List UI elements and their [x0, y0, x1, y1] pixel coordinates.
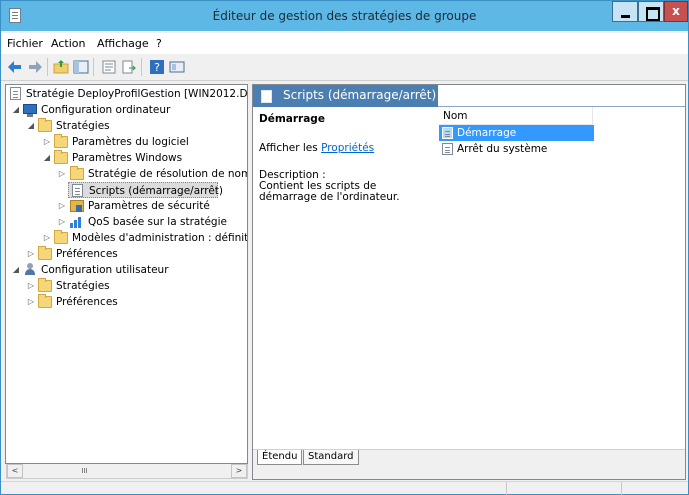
scroll-thumb[interactable]: III — [67, 466, 102, 476]
toolbar-separator — [47, 58, 48, 76]
details-show-properties: Afficher les Propriétés — [259, 142, 375, 154]
close-button[interactable]: x — [664, 1, 688, 22]
folder-icon — [54, 150, 68, 164]
show-hide-tree-icon[interactable] — [73, 59, 89, 75]
scroll-left-button[interactable]: < — [7, 464, 23, 478]
status-divider — [621, 482, 622, 495]
list-item-shutdown[interactable]: Arrêt du système — [439, 141, 594, 157]
expand-icon[interactable]: ▷ — [43, 234, 51, 242]
expand-icon[interactable]: ▷ — [27, 250, 35, 258]
computer-icon — [23, 104, 37, 117]
details-header: Scripts (démarrage/arrêt) — [253, 85, 438, 107]
expand-icon[interactable]: ▷ — [27, 282, 35, 290]
toolbar: ? — [1, 54, 688, 81]
title-bar[interactable]: Éditeur de gestion des stratégies de gro… — [1, 1, 688, 31]
back-arrow-icon[interactable] — [7, 59, 23, 75]
folder-icon — [54, 134, 68, 148]
details-pane: Scripts (démarrage/arrêt) Démarrage Affi… — [252, 84, 686, 480]
tab-extended[interactable]: Étendu — [257, 450, 303, 465]
status-bar — [1, 481, 688, 495]
expand-icon[interactable]: ▷ — [27, 298, 35, 306]
collapse-icon[interactable]: ◢ — [12, 266, 20, 274]
qos-chart-icon — [70, 216, 84, 228]
status-divider — [506, 482, 507, 495]
security-settings-icon — [70, 200, 84, 212]
collapse-icon[interactable]: ◢ — [12, 106, 20, 114]
expand-icon[interactable]: ▷ — [58, 218, 66, 226]
folder-icon — [38, 118, 52, 132]
tree-pane: Stratégie DeployProfilGestion [WIN2012.D… — [5, 84, 248, 464]
collapse-icon[interactable]: ◢ — [43, 154, 51, 162]
details-title: Démarrage — [259, 113, 325, 125]
script-icon — [72, 184, 83, 197]
folder-icon — [38, 294, 52, 308]
scroll-right-button[interactable]: > — [231, 464, 247, 478]
tree-horizontal-scrollbar[interactable]: < III > — [6, 464, 248, 479]
properties-icon[interactable] — [101, 59, 117, 75]
collapse-icon[interactable]: ◢ — [27, 122, 35, 130]
app-window: Éditeur de gestion des stratégies de gro… — [0, 0, 689, 495]
toolbar-separator — [141, 58, 142, 76]
menu-bar: Fichier Action Affichage ? — [1, 33, 688, 54]
expand-icon[interactable]: ▷ — [58, 202, 66, 210]
help-icon[interactable]: ? — [149, 59, 165, 75]
view-tabs: Étendu Standard — [253, 449, 685, 479]
details-description: Description : Contient les scripts de dé… — [259, 169, 400, 203]
folder-icon — [38, 278, 52, 292]
expand-icon[interactable]: ▷ — [58, 170, 66, 178]
menu-fichier[interactable]: Fichier — [7, 37, 43, 50]
scripts-list: Nom Démarrage Arrêt du système — [439, 107, 685, 449]
folder-icon — [54, 230, 68, 244]
menu-help[interactable]: ? — [156, 37, 162, 50]
header-divider — [438, 85, 685, 107]
up-folder-icon[interactable] — [53, 59, 69, 75]
expand-icon[interactable]: ▷ — [43, 138, 51, 146]
tab-standard[interactable]: Standard — [303, 450, 359, 465]
maximize-button[interactable] — [638, 1, 664, 22]
policy-doc-icon — [10, 87, 21, 100]
forward-arrow-icon[interactable] — [27, 59, 43, 75]
folder-icon — [70, 166, 84, 180]
script-icon — [261, 90, 272, 103]
properties-link[interactable]: Propriétés — [321, 142, 374, 154]
view-icon[interactable] — [169, 59, 185, 75]
folder-icon — [38, 246, 52, 260]
toolbar-separator — [93, 58, 94, 76]
menu-affichage[interactable]: Affichage — [97, 37, 149, 50]
svg-text:?: ? — [154, 61, 160, 74]
script-icon — [442, 143, 453, 155]
minimize-button[interactable] — [612, 1, 638, 22]
menu-action[interactable]: Action — [51, 37, 85, 50]
details-header-title: Scripts (démarrage/arrêt) — [283, 88, 437, 102]
column-header-nom[interactable]: Nom — [439, 107, 593, 125]
user-icon — [23, 263, 37, 276]
tree-node-scripts[interactable]: Scripts (démarrage/arrêt) — [68, 182, 223, 198]
export-list-icon[interactable] — [121, 59, 137, 75]
script-icon — [442, 127, 453, 139]
list-item-startup[interactable]: Démarrage — [439, 125, 594, 141]
window-title: Éditeur de gestion des stratégies de gro… — [212, 9, 477, 23]
